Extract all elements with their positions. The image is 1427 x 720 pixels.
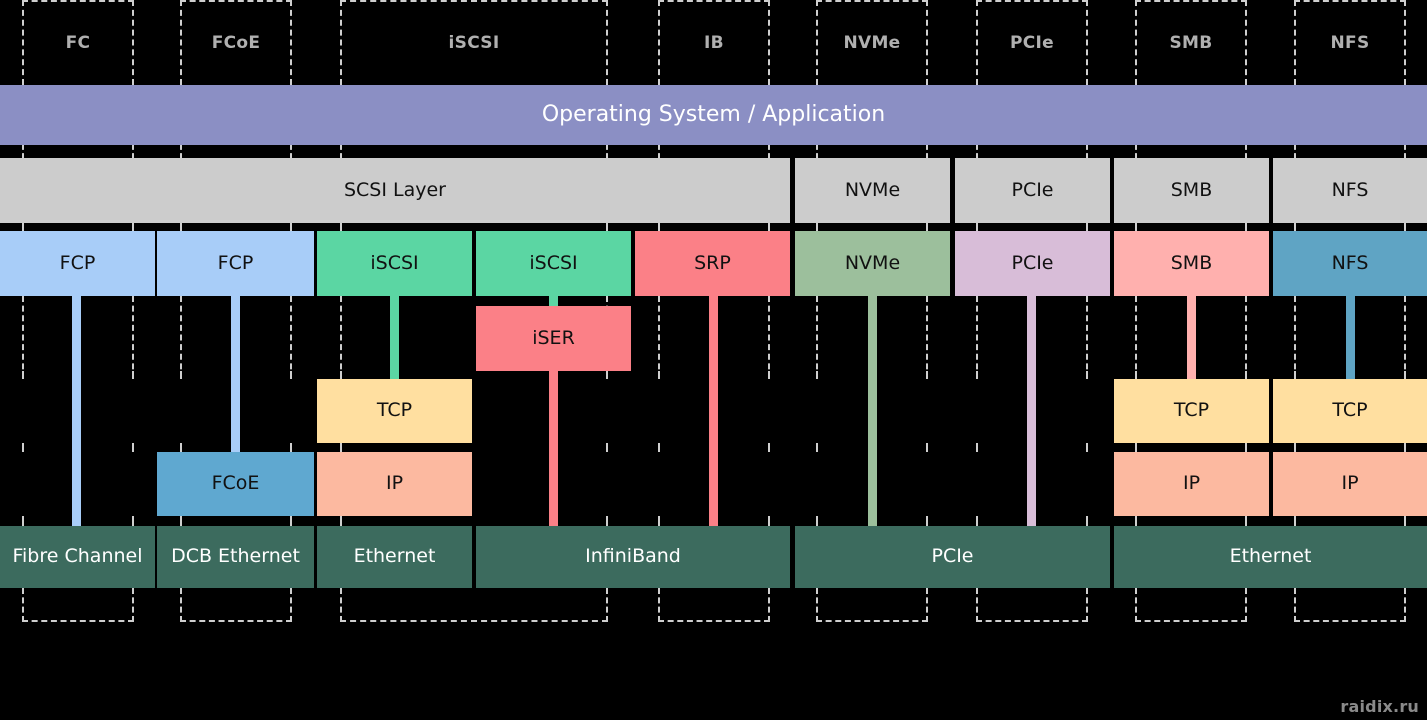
- nfs-group-outline-rail: [1294, 223, 1406, 231]
- smb-group-outline-bottom: [1135, 588, 1247, 622]
- protocol-box-srp: SRP: [635, 231, 790, 296]
- fcp-to-fibre-channel-connector: [72, 296, 81, 528]
- fcoe-group-outline-bottom: [180, 588, 292, 622]
- middle-box-ip: IP: [1114, 452, 1269, 516]
- iser-to-infiniband-connector: [549, 370, 558, 528]
- fcoe-group-outline-rail: [180, 516, 292, 526]
- transport-box-infiniband: InfiniBand: [476, 526, 790, 588]
- stack-diagram: FC FCoE iSCSI IB NVMe PCIe SMB NFS Operating Sy…: [0, 0, 1427, 720]
- protocol-box-nvme: NVMe: [795, 231, 950, 296]
- header-label-ib: IB: [704, 32, 724, 53]
- transport-box-pcie: PCIe: [795, 526, 1110, 588]
- transport-box-ethernet: Ethernet: [1114, 526, 1427, 588]
- scsi-row-box-nfs: NFS: [1273, 158, 1427, 223]
- nfs-group-outline-rail: [1294, 516, 1406, 526]
- header-label-nvme: NVMe: [843, 32, 901, 53]
- iscsi-group-outline-rail: [340, 371, 608, 379]
- srp-to-infiniband-connector: [709, 296, 718, 528]
- protocol-box-pcie: PCIe: [955, 231, 1110, 296]
- nfs-group-outline-rail: [1294, 145, 1406, 158]
- iscsi-group-outline-bottom: [340, 588, 608, 622]
- scsi-row-box-scsi-layer: SCSI Layer: [0, 158, 790, 223]
- iscsi-to-tcp-connector: [390, 296, 399, 381]
- iscsi-group-outline-rail: [340, 443, 608, 452]
- transport-box-fibre-channel: Fibre Channel: [0, 526, 155, 588]
- middle-box-ip: IP: [1273, 452, 1427, 516]
- header-label-pcie: PCIe: [1010, 32, 1054, 53]
- fcp-to-fcoe-connector: [231, 296, 240, 454]
- ib-group-outline-rail: [658, 145, 770, 158]
- iscsi-group-outline-rail: [340, 223, 608, 231]
- scsi-row-box-nvme: NVMe: [795, 158, 950, 223]
- scsi-row-box-smb: SMB: [1114, 158, 1269, 223]
- middle-box-ip: IP: [317, 452, 472, 516]
- os-bar-operating-system-application: Operating System / Application: [0, 85, 1427, 145]
- middle-box-tcp: TCP: [1114, 379, 1269, 443]
- nvme-to-pcie-connector: [868, 296, 877, 528]
- fcoe-group-outline-rail: [180, 145, 292, 158]
- transport-box-ethernet: Ethernet: [317, 526, 472, 588]
- pcie-group-outline-rail: [976, 223, 1088, 231]
- smb-to-tcp-connector: [1187, 296, 1196, 381]
- iscsi-group-outline-rail: [340, 516, 608, 526]
- nvme-group-outline-rail: [816, 223, 928, 231]
- nfs-group-outline-bottom: [1294, 588, 1406, 622]
- header-label-iscsi: iSCSI: [448, 32, 500, 53]
- header-label-smb: SMB: [1169, 32, 1213, 53]
- fc-group-outline-rail: [22, 145, 134, 158]
- middle-box-tcp: TCP: [1273, 379, 1427, 443]
- protocol-box-iscsi: iSCSI: [476, 231, 631, 296]
- fcoe-group-outline-rail: [180, 223, 292, 231]
- transport-box-dcb-ethernet: DCB Ethernet: [157, 526, 314, 588]
- protocol-box-fcp: FCP: [0, 231, 155, 296]
- protocol-box-iscsi: iSCSI: [317, 231, 472, 296]
- header-label-fc: FC: [65, 32, 91, 53]
- fc-group-outline-rail: [22, 223, 134, 231]
- scsi-row-box-pcie: PCIe: [955, 158, 1110, 223]
- smb-group-outline-rail: [1135, 223, 1247, 231]
- pcie-to-pcie-connector: [1027, 296, 1036, 528]
- watermark: raidix.ru: [1340, 697, 1419, 716]
- smb-group-outline-rail: [1135, 145, 1247, 158]
- nvme-group-outline-bottom: [816, 588, 928, 622]
- middle-box-iser: iSER: [476, 306, 631, 371]
- fc-group-outline-bottom: [22, 588, 134, 622]
- ib-group-outline-bottom: [658, 588, 770, 622]
- pcie-group-outline-bottom: [976, 588, 1088, 622]
- protocol-box-fcp: FCP: [157, 231, 314, 296]
- pcie-group-outline-rail: [976, 145, 1088, 158]
- smb-group-outline-rail: [1135, 516, 1247, 526]
- middle-box-fcoe: FCoE: [157, 452, 314, 516]
- nvme-group-outline-rail: [816, 145, 928, 158]
- iscsi-group-outline-rail: [340, 145, 608, 158]
- protocol-box-smb: SMB: [1114, 231, 1269, 296]
- header-label-fcoe: FCoE: [211, 32, 261, 53]
- middle-box-tcp: TCP: [317, 379, 472, 443]
- nfs-to-tcp-connector: [1346, 296, 1355, 381]
- ib-group-outline-rail: [658, 223, 770, 231]
- header-label-nfs: NFS: [1330, 32, 1370, 53]
- smb-group-outline-rail: [1135, 443, 1247, 452]
- protocol-box-nfs: NFS: [1273, 231, 1427, 296]
- nfs-group-outline-rail: [1294, 443, 1406, 452]
